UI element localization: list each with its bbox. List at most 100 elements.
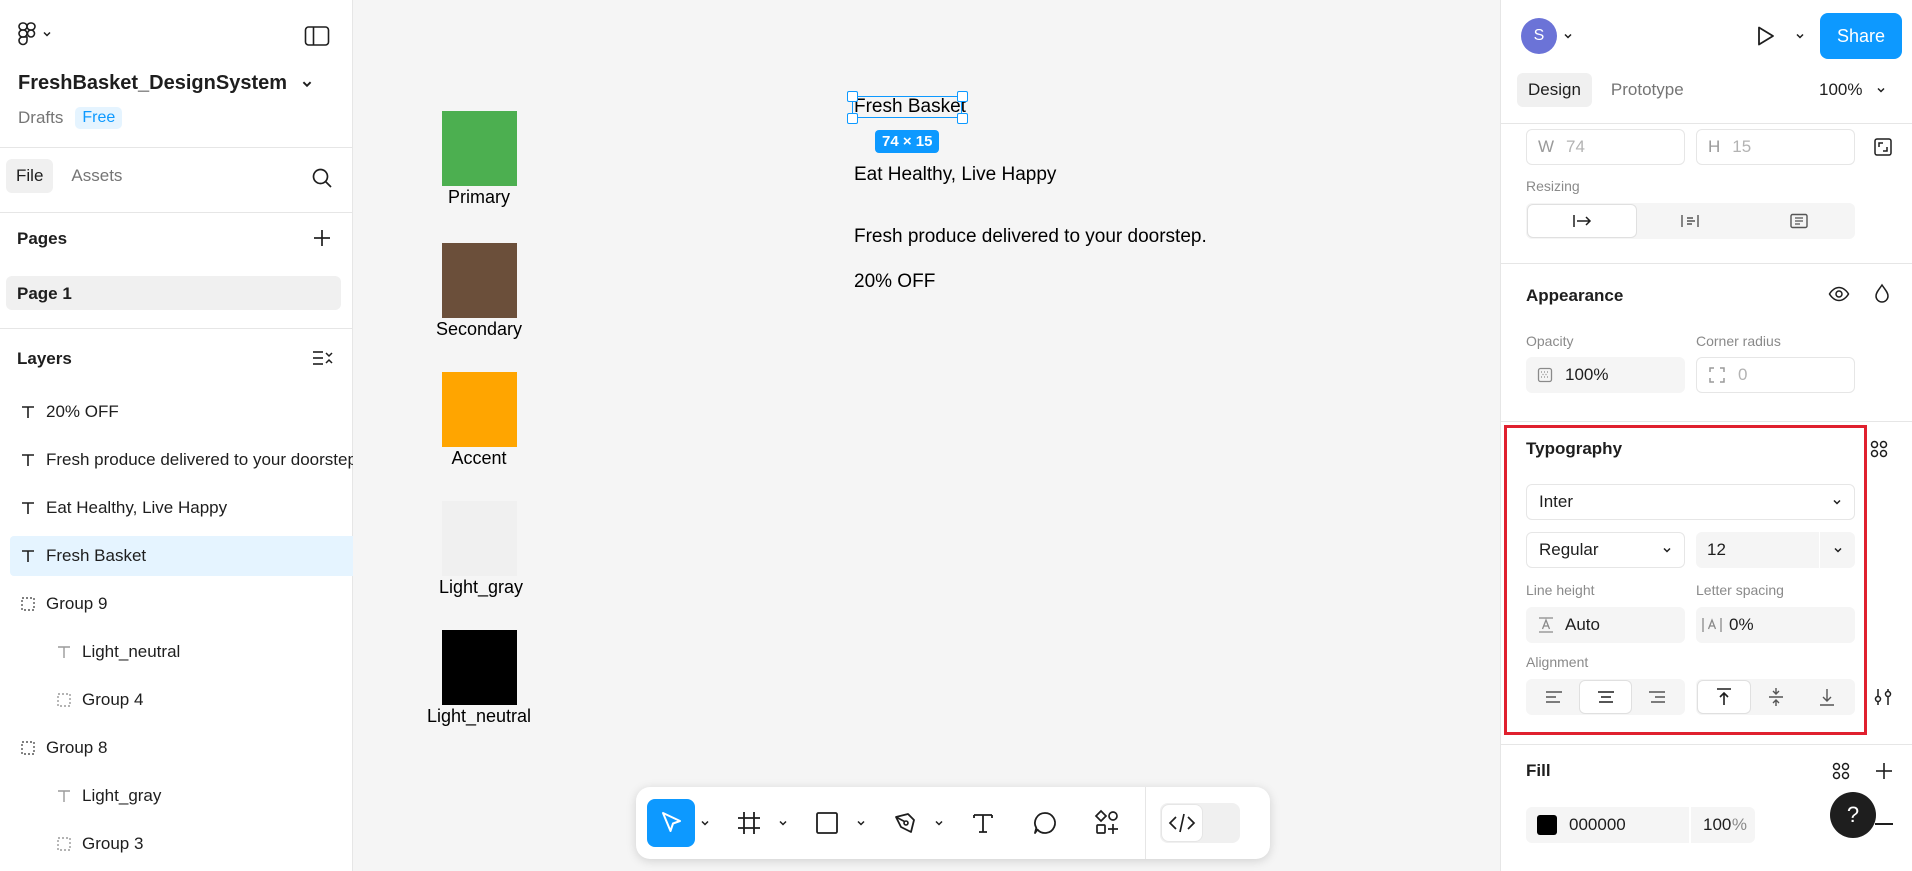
layer-item-selected[interactable]: Fresh Basket <box>10 536 353 576</box>
rectangle-icon <box>816 812 838 834</box>
width-input[interactable]: W 74 <box>1526 129 1685 165</box>
color-swatch-accent[interactable] <box>442 372 517 447</box>
resize-fixed-size[interactable] <box>1745 205 1853 237</box>
appearance-heading: Appearance <box>1526 286 1624 305</box>
plan-badge[interactable]: Free <box>75 107 123 129</box>
resize-handle[interactable] <box>847 113 858 124</box>
rectangle-tool-button[interactable] <box>803 799 851 847</box>
swatch-label[interactable]: Primary <box>399 187 559 208</box>
color-swatch-primary[interactable] <box>442 111 517 186</box>
divider <box>1501 263 1912 264</box>
typography-highlight <box>1504 425 1867 735</box>
discount-text[interactable]: 20% OFF <box>854 271 935 293</box>
fill-opacity-value: 100 <box>1703 815 1732 834</box>
divider <box>0 328 353 329</box>
layer-item[interactable]: Light_neutral <box>10 632 353 672</box>
resize-handle[interactable] <box>957 91 968 102</box>
drop-icon <box>1875 283 1889 303</box>
help-button[interactable]: ? <box>1830 792 1876 838</box>
blend-mode-button[interactable] <box>1873 283 1891 305</box>
color-swatch-light-gray[interactable] <box>442 501 517 576</box>
type-settings-button[interactable] <box>1873 687 1893 707</box>
fill-styles-button[interactable] <box>1831 761 1851 781</box>
main-menu-button[interactable] <box>18 22 52 46</box>
avatar-menu[interactable] <box>1563 31 1573 41</box>
height-input[interactable]: H 15 <box>1696 129 1855 165</box>
description-text[interactable]: Fresh produce delivered to your doorstep… <box>854 226 1207 248</box>
avatar[interactable]: S <box>1521 18 1557 54</box>
file-title[interactable]: FreshBasket_DesignSystem <box>18 72 313 95</box>
move-tool-menu[interactable] <box>697 818 713 828</box>
resize-auto-height[interactable] <box>1636 205 1744 237</box>
remove-fill-icon[interactable] <box>1875 823 1893 825</box>
tagline-text[interactable]: Eat Healthy, Live Happy <box>854 164 1056 186</box>
layer-item[interactable]: Group 4 <box>10 680 353 720</box>
tab-file[interactable]: File <box>6 159 54 193</box>
text-icon <box>46 644 82 660</box>
search-button[interactable] <box>311 167 333 189</box>
corner-radius-input[interactable]: 0 <box>1696 357 1855 393</box>
height-value: 15 <box>1732 137 1752 156</box>
tab-assets[interactable]: Assets <box>61 159 132 193</box>
frame-tool-button[interactable] <box>725 799 773 847</box>
cursor-icon <box>662 812 681 832</box>
fill-opacity-unit: % <box>1731 815 1747 834</box>
zoom-control[interactable]: 100% <box>1819 80 1886 100</box>
canvas[interactable]: Primary Secondary Accent Light_gray Ligh… <box>353 0 1500 871</box>
rectangle-tool-menu[interactable] <box>853 818 869 828</box>
layer-item[interactable]: Light_gray <box>10 776 353 816</box>
text-icon <box>10 500 46 516</box>
actions-button[interactable] <box>1083 799 1131 847</box>
layer-item[interactable]: Group 8 <box>10 728 353 768</box>
layer-item[interactable]: Eat Healthy, Live Happy <box>10 488 353 528</box>
layer-item[interactable]: Fresh produce delivered to your doorstep… <box>10 440 353 480</box>
layer-item[interactable]: 20% OFF <box>10 392 353 432</box>
resize-handle[interactable] <box>847 91 858 102</box>
color-swatch-light-neutral[interactable] <box>442 630 517 705</box>
color-swatch-secondary[interactable] <box>442 243 517 318</box>
fill-color-swatch[interactable] <box>1537 815 1557 835</box>
swatch-label[interactable]: Accent <box>399 448 559 469</box>
tab-prototype[interactable]: Prototype <box>1600 73 1695 107</box>
text-tool-button[interactable] <box>959 799 1007 847</box>
layer-label: Group 8 <box>46 738 108 757</box>
dev-mode-toggle[interactable] <box>1160 803 1240 843</box>
group-icon <box>46 836 82 852</box>
frame-tool-menu[interactable] <box>775 818 791 828</box>
comment-tool-button[interactable] <box>1021 799 1069 847</box>
toggle-visibility-button[interactable] <box>1828 285 1850 303</box>
pen-tool-button[interactable] <box>881 799 929 847</box>
fill-color-input[interactable]: 000000 100 % <box>1526 807 1755 843</box>
share-button[interactable]: Share <box>1820 13 1902 59</box>
present-button[interactable] <box>1753 24 1777 48</box>
opacity-label: Opacity <box>1526 333 1574 349</box>
move-tool-button[interactable] <box>647 799 695 847</box>
toggle-sidebar-button[interactable] <box>304 25 330 47</box>
present-menu[interactable] <box>1795 31 1805 41</box>
search-icon <box>312 168 332 188</box>
pen-icon <box>895 813 915 833</box>
add-fill-button[interactable] <box>1873 760 1895 782</box>
resize-handle[interactable] <box>957 113 968 124</box>
selection-box[interactable] <box>852 96 962 118</box>
fill-opacity-input[interactable]: 100 % <box>1689 807 1755 843</box>
opacity-input[interactable]: 100% <box>1526 357 1685 393</box>
page-item-page-1[interactable]: Page 1 <box>6 276 341 310</box>
swatch-label[interactable]: Light_neutral <box>399 706 559 727</box>
drafts-link[interactable]: Drafts <box>18 108 63 128</box>
constrain-proportions-button[interactable] <box>1873 137 1893 157</box>
add-page-button[interactable] <box>311 227 333 249</box>
dev-mode-button[interactable] <box>1162 805 1202 841</box>
layer-item[interactable]: Group 3 <box>10 824 353 864</box>
corner-radius-icon <box>1709 367 1725 383</box>
text-styles-button[interactable] <box>1869 439 1889 459</box>
fill-heading: Fill <box>1526 761 1551 780</box>
swatch-label[interactable]: Secondary <box>399 319 559 340</box>
swatch-label[interactable]: Light_gray <box>401 577 561 598</box>
pen-tool-menu[interactable] <box>931 818 947 828</box>
resize-fixed-width[interactable] <box>1528 205 1637 237</box>
layers-options-button[interactable] <box>311 348 333 368</box>
file-location: Drafts Free <box>18 107 123 129</box>
layer-item[interactable]: Group 9 <box>10 584 353 624</box>
tab-design[interactable]: Design <box>1517 73 1592 107</box>
